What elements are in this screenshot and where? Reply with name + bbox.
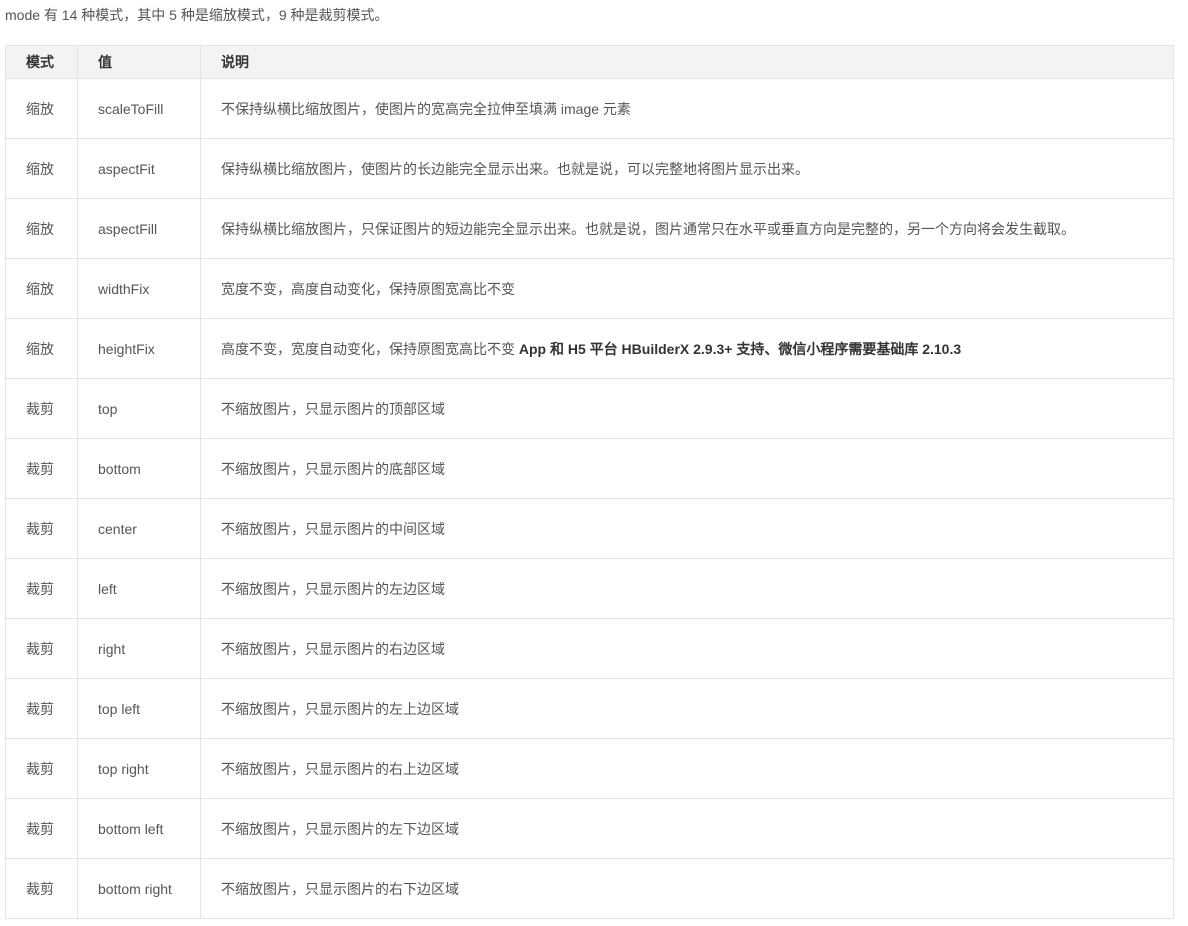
description-bold-text: App 和 H5 平台 HBuilderX 2.9.3+ 支持、微信小程序需要基… bbox=[519, 341, 961, 357]
description-text: 保持纵横比缩放图片，只保证图片的短边能完全显示出来。也就是说，图片通常只在水平或… bbox=[221, 221, 1075, 237]
cell-value: scaleToFill bbox=[78, 79, 201, 139]
description-text: 保持纵横比缩放图片，使图片的长边能完全显示出来。也就是说，可以完整地将图片显示出… bbox=[221, 161, 809, 177]
table-row: 裁剪 top 不缩放图片，只显示图片的顶部区域 bbox=[6, 379, 1174, 439]
header-value: 值 bbox=[78, 46, 201, 79]
cell-value: bottom left bbox=[78, 799, 201, 859]
cell-mode: 缩放 bbox=[6, 319, 78, 379]
cell-mode: 缩放 bbox=[6, 79, 78, 139]
cell-mode: 缩放 bbox=[6, 199, 78, 259]
table-header: 模式 值 说明 bbox=[6, 46, 1174, 79]
description-text: 高度不变，宽度自动变化，保持原图宽高比不变 bbox=[221, 341, 519, 357]
table-row: 裁剪 right 不缩放图片，只显示图片的右边区域 bbox=[6, 619, 1174, 679]
description-text: 宽度不变，高度自动变化，保持原图宽高比不变 bbox=[221, 281, 515, 297]
table-row: 缩放 aspectFill 保持纵横比缩放图片，只保证图片的短边能完全显示出来。… bbox=[6, 199, 1174, 259]
table-row: 缩放 widthFix 宽度不变，高度自动变化，保持原图宽高比不变 bbox=[6, 259, 1174, 319]
description-text: 不缩放图片，只显示图片的左边区域 bbox=[221, 581, 445, 597]
cell-mode: 裁剪 bbox=[6, 799, 78, 859]
cell-description: 高度不变，宽度自动变化，保持原图宽高比不变 App 和 H5 平台 HBuild… bbox=[201, 319, 1174, 379]
cell-description: 不缩放图片，只显示图片的左下边区域 bbox=[201, 799, 1174, 859]
cell-description: 不缩放图片，只显示图片的右边区域 bbox=[201, 619, 1174, 679]
cell-description: 宽度不变，高度自动变化，保持原图宽高比不变 bbox=[201, 259, 1174, 319]
cell-description: 不缩放图片，只显示图片的右下边区域 bbox=[201, 859, 1174, 919]
table-row: 裁剪 left 不缩放图片，只显示图片的左边区域 bbox=[6, 559, 1174, 619]
cell-value: right bbox=[78, 619, 201, 679]
description-text: 不缩放图片，只显示图片的左下边区域 bbox=[221, 821, 459, 837]
intro-text: mode 有 14 种模式，其中 5 种是缩放模式，9 种是裁剪模式。 bbox=[5, 5, 389, 25]
cell-value: heightFix bbox=[78, 319, 201, 379]
cell-value: top left bbox=[78, 679, 201, 739]
cell-value: top right bbox=[78, 739, 201, 799]
description-text: 不保持纵横比缩放图片，使图片的宽高完全拉伸至填满 image 元素 bbox=[221, 101, 631, 117]
cell-value: widthFix bbox=[78, 259, 201, 319]
cell-description: 不缩放图片，只显示图片的底部区域 bbox=[201, 439, 1174, 499]
table-row: 缩放 heightFix 高度不变，宽度自动变化，保持原图宽高比不变 App 和… bbox=[6, 319, 1174, 379]
description-text: 不缩放图片，只显示图片的顶部区域 bbox=[221, 401, 445, 417]
table-row: 裁剪 bottom left 不缩放图片，只显示图片的左下边区域 bbox=[6, 799, 1174, 859]
cell-value: top bbox=[78, 379, 201, 439]
description-text: 不缩放图片，只显示图片的右上边区域 bbox=[221, 761, 459, 777]
cell-description: 不缩放图片，只显示图片的右上边区域 bbox=[201, 739, 1174, 799]
cell-description: 保持纵横比缩放图片，只保证图片的短边能完全显示出来。也就是说，图片通常只在水平或… bbox=[201, 199, 1174, 259]
description-text: 不缩放图片，只显示图片的中间区域 bbox=[221, 521, 445, 537]
cell-value: center bbox=[78, 499, 201, 559]
cell-value: bottom right bbox=[78, 859, 201, 919]
description-text: 不缩放图片，只显示图片的右下边区域 bbox=[221, 881, 459, 897]
table-row: 裁剪 bottom right 不缩放图片，只显示图片的右下边区域 bbox=[6, 859, 1174, 919]
cell-mode: 缩放 bbox=[6, 139, 78, 199]
description-text: 不缩放图片，只显示图片的底部区域 bbox=[221, 461, 445, 477]
cell-description: 不保持纵横比缩放图片，使图片的宽高完全拉伸至填满 image 元素 bbox=[201, 79, 1174, 139]
cell-description: 不缩放图片，只显示图片的中间区域 bbox=[201, 499, 1174, 559]
table-header-row: 模式 值 说明 bbox=[6, 46, 1174, 79]
description-text: 不缩放图片，只显示图片的右边区域 bbox=[221, 641, 445, 657]
cell-mode: 裁剪 bbox=[6, 439, 78, 499]
header-mode: 模式 bbox=[6, 46, 78, 79]
cell-value: aspectFit bbox=[78, 139, 201, 199]
cell-description: 不缩放图片，只显示图片的顶部区域 bbox=[201, 379, 1174, 439]
cell-mode: 裁剪 bbox=[6, 739, 78, 799]
cell-mode: 裁剪 bbox=[6, 559, 78, 619]
cell-mode: 裁剪 bbox=[6, 379, 78, 439]
header-description: 说明 bbox=[201, 46, 1174, 79]
cell-value: bottom bbox=[78, 439, 201, 499]
cell-mode: 裁剪 bbox=[6, 859, 78, 919]
cell-value: aspectFill bbox=[78, 199, 201, 259]
cell-mode: 裁剪 bbox=[6, 679, 78, 739]
table-row: 缩放 aspectFit 保持纵横比缩放图片，使图片的长边能完全显示出来。也就是… bbox=[6, 139, 1174, 199]
cell-description: 保持纵横比缩放图片，使图片的长边能完全显示出来。也就是说，可以完整地将图片显示出… bbox=[201, 139, 1174, 199]
table-row: 裁剪 top left 不缩放图片，只显示图片的左上边区域 bbox=[6, 679, 1174, 739]
mode-table: 模式 值 说明 缩放 scaleToFill 不保持纵横比缩放图片，使图片的宽高… bbox=[5, 45, 1174, 919]
cell-mode: 裁剪 bbox=[6, 499, 78, 559]
table-row: 裁剪 top right 不缩放图片，只显示图片的右上边区域 bbox=[6, 739, 1174, 799]
cell-mode: 裁剪 bbox=[6, 619, 78, 679]
table-row: 缩放 scaleToFill 不保持纵横比缩放图片，使图片的宽高完全拉伸至填满 … bbox=[6, 79, 1174, 139]
table-body: 缩放 scaleToFill 不保持纵横比缩放图片，使图片的宽高完全拉伸至填满 … bbox=[6, 79, 1174, 919]
cell-mode: 缩放 bbox=[6, 259, 78, 319]
cell-value: left bbox=[78, 559, 201, 619]
table-row: 裁剪 bottom 不缩放图片，只显示图片的底部区域 bbox=[6, 439, 1174, 499]
cell-description: 不缩放图片，只显示图片的左边区域 bbox=[201, 559, 1174, 619]
description-text: 不缩放图片，只显示图片的左上边区域 bbox=[221, 701, 459, 717]
table-row: 裁剪 center 不缩放图片，只显示图片的中间区域 bbox=[6, 499, 1174, 559]
cell-description: 不缩放图片，只显示图片的左上边区域 bbox=[201, 679, 1174, 739]
